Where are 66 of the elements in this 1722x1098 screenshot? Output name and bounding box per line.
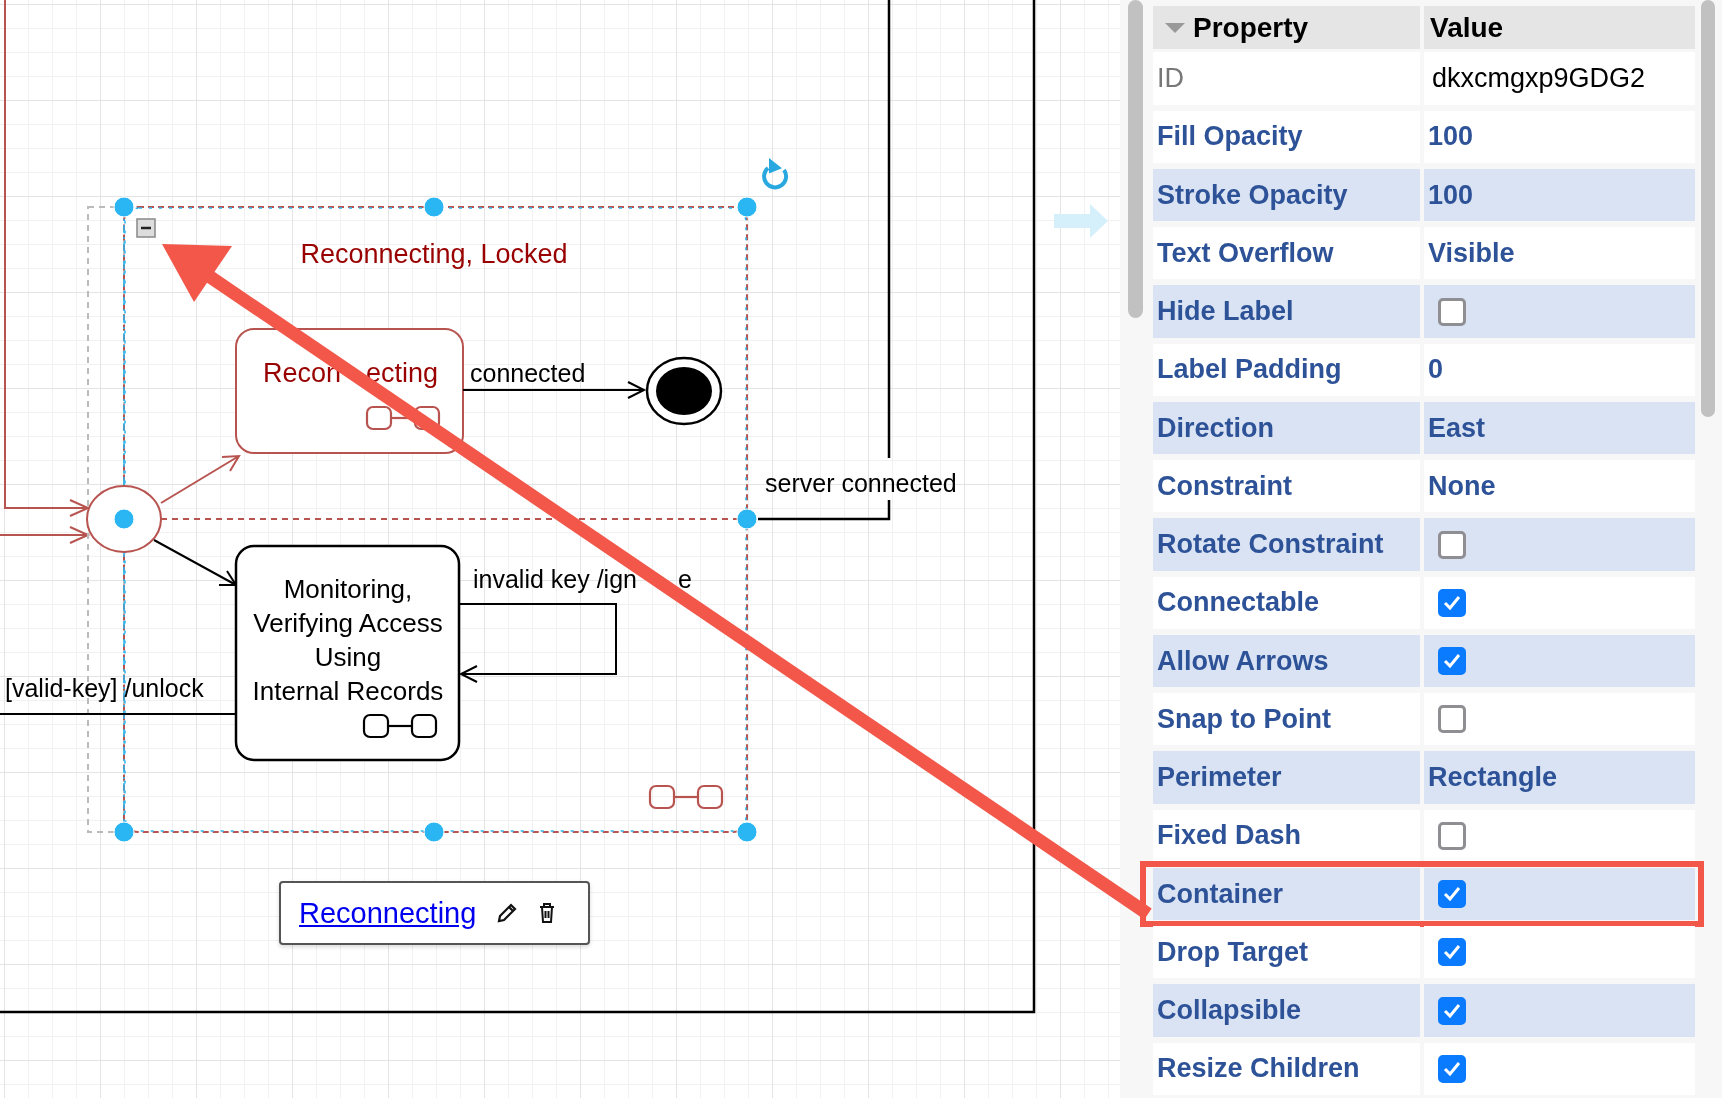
collapse-icon[interactable] bbox=[136, 218, 156, 238]
label-link[interactable]: Reconnecting bbox=[299, 896, 477, 930]
checkbox[interactable] bbox=[1438, 647, 1466, 675]
property-value[interactable]: 0 bbox=[1428, 354, 1444, 386]
property-name: Resize Children bbox=[1153, 1042, 1420, 1095]
resize-handle[interactable] bbox=[113, 196, 135, 218]
property-value[interactable]: Visible bbox=[1428, 237, 1515, 269]
checkbox[interactable] bbox=[1438, 530, 1466, 559]
checkbox[interactable] bbox=[1438, 705, 1466, 734]
transition-label: invalid key /ign bbox=[473, 565, 637, 593]
column-header[interactable]: Value bbox=[1424, 6, 1695, 50]
final-state-icon bbox=[645, 356, 723, 426]
state-label: Monitoring, Verifying Access Using Internal Records bbox=[252, 574, 444, 706]
property-name: Container bbox=[1153, 867, 1420, 921]
property-value[interactable]: None bbox=[1428, 470, 1496, 502]
resize-handle[interactable] bbox=[113, 821, 135, 843]
resize-handle[interactable] bbox=[736, 196, 758, 218]
monitoring-state[interactable]: Monitoring, Verifying Access Using Internal Records bbox=[234, 544, 461, 762]
container-state[interactable] bbox=[123, 206, 748, 833]
property-name: Connectable bbox=[1153, 576, 1420, 629]
resize-handle[interactable] bbox=[736, 508, 758, 530]
transition-label: e bbox=[678, 565, 692, 593]
checkbox[interactable] bbox=[1438, 880, 1466, 908]
rotate-icon[interactable] bbox=[762, 157, 788, 190]
property-name: Hide Label bbox=[1153, 285, 1420, 338]
checkbox[interactable] bbox=[1438, 821, 1466, 850]
property-name: Label Padding bbox=[1153, 343, 1420, 396]
property-name: ID bbox=[1153, 52, 1420, 105]
checkbox[interactable] bbox=[1438, 588, 1466, 617]
property-name: Snap to Point bbox=[1153, 693, 1420, 746]
property-name: Constraint bbox=[1153, 460, 1420, 513]
container-title: Reconnecting, Locked bbox=[300, 239, 568, 269]
property-name: Perimeter bbox=[1153, 751, 1420, 804]
checkbox[interactable] bbox=[1438, 996, 1466, 1025]
submachine-icon bbox=[362, 713, 438, 739]
property-name: Direction bbox=[1153, 401, 1420, 455]
resize-handle[interactable] bbox=[113, 508, 135, 530]
property-value[interactable]: 100 bbox=[1428, 179, 1474, 211]
scrollbar[interactable] bbox=[1701, 0, 1715, 417]
property-name: Rotate Constraint bbox=[1153, 518, 1420, 571]
checkbox[interactable] bbox=[1438, 297, 1466, 326]
property-name: Text Overflow bbox=[1153, 227, 1420, 280]
edit-icon[interactable] bbox=[496, 902, 519, 924]
property-name: Drop Target bbox=[1153, 926, 1420, 979]
column-header[interactable]: Property bbox=[1153, 6, 1420, 50]
delete-icon[interactable] bbox=[538, 902, 557, 924]
property-value[interactable]: East bbox=[1428, 412, 1486, 444]
property-name: Stroke Opacity bbox=[1153, 168, 1420, 222]
resize-handle[interactable] bbox=[423, 821, 445, 843]
resize-handle[interactable] bbox=[736, 821, 758, 843]
checkbox[interactable] bbox=[1438, 1054, 1466, 1083]
transition-label: [valid-key] /unlock bbox=[5, 674, 204, 702]
resize-handle[interactable] bbox=[423, 196, 445, 218]
state-label: ecting bbox=[365, 358, 438, 388]
property-name: Allow Arrows bbox=[1153, 634, 1420, 688]
scrollbar[interactable] bbox=[1128, 0, 1143, 318]
property-name: Collapsible bbox=[1153, 984, 1420, 1037]
property-name: Fixed Dash bbox=[1153, 809, 1420, 862]
property-value[interactable]: 100 bbox=[1428, 121, 1474, 153]
property-name: Fill Opacity bbox=[1153, 110, 1420, 163]
submachine-icon bbox=[648, 784, 724, 810]
transition-label: server connected bbox=[765, 469, 957, 497]
transition-label: connected bbox=[470, 359, 586, 387]
state-label: Recon bbox=[263, 358, 342, 388]
initial-state-node[interactable] bbox=[86, 485, 162, 553]
checkbox[interactable] bbox=[1438, 938, 1466, 967]
